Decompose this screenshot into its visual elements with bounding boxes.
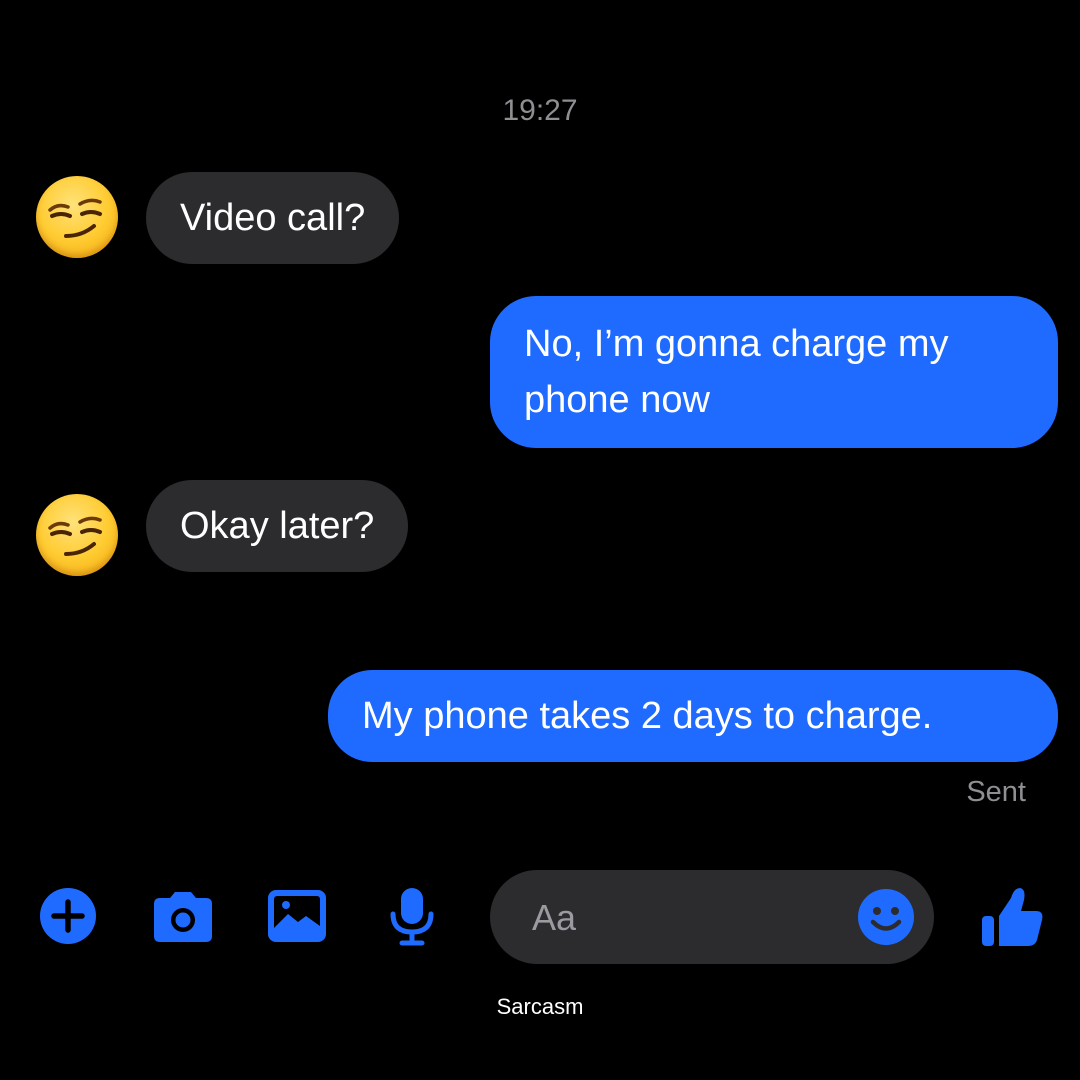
voice-button[interactable] (384, 884, 440, 948)
outgoing-message-bubble[interactable]: No, I’m gonna charge my phone now (490, 296, 1058, 448)
image-caption: Sarcasm (496, 994, 584, 1019)
message-text: No, I’m gonna charge my phone now (524, 323, 949, 421)
outgoing-message-bubble[interactable]: My phone takes 2 days to charge. (328, 670, 1058, 762)
plus-icon (40, 888, 96, 944)
message-input[interactable] (530, 890, 834, 946)
smiley-icon (858, 889, 914, 945)
thumbs-up-icon (982, 888, 1043, 946)
emoji-button[interactable] (856, 887, 916, 947)
smirking-face-emoji-icon (48, 198, 102, 238)
timestamp: 19:27 (502, 94, 578, 127)
contact-avatar[interactable] (36, 176, 118, 258)
incoming-message-bubble[interactable]: Okay later? (146, 480, 409, 572)
message-text: Okay later? (180, 505, 375, 547)
message-composer[interactable] (490, 870, 934, 964)
smirking-face-emoji-icon (48, 516, 102, 556)
gallery-button[interactable] (264, 884, 330, 948)
like-button[interactable] (978, 880, 1048, 952)
incoming-message-bubble[interactable]: Video call? (146, 172, 400, 264)
camera-icon (154, 892, 212, 942)
message-text: Video call? (180, 197, 366, 239)
contact-avatar[interactable] (36, 494, 118, 576)
add-button[interactable] (36, 884, 100, 948)
image-icon (268, 890, 326, 942)
sent-status: Sent (966, 776, 1026, 808)
camera-button[interactable] (148, 884, 218, 948)
message-text: My phone takes 2 days to charge. (362, 695, 933, 737)
microphone-icon (390, 888, 434, 946)
